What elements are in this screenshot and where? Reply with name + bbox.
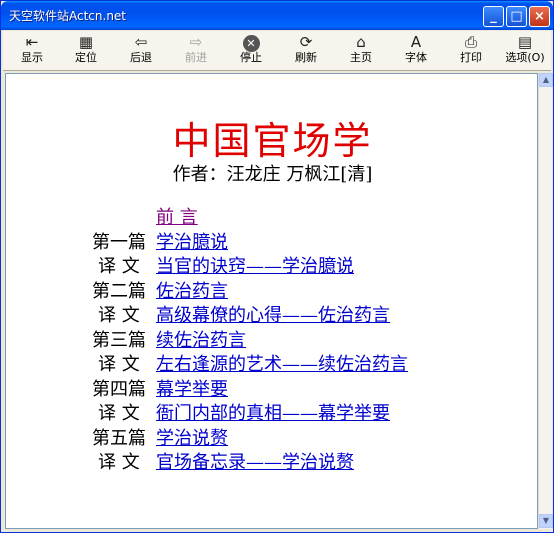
- toc-prefix: 译 文: [98, 403, 140, 424]
- toc-row: 译 文当官的诀窍——学治臆说: [92, 255, 408, 280]
- toc-link-chapter-5[interactable]: 学治说赘: [156, 428, 228, 449]
- options-button[interactable]: ▤ 选项(O): [503, 33, 547, 69]
- toc-link-translation-4[interactable]: 衙门内部的真相——幕学举要: [156, 403, 390, 424]
- forward-button[interactable]: ⇨ 前进: [181, 33, 211, 69]
- toc-link-chapter-2[interactable]: 佐治药言: [156, 281, 228, 302]
- toc-row: 第一篇 学治臆说: [92, 231, 408, 256]
- toolbar: ⇤ 显示 ▦ 定位 ⇦ 后退 ⇨ 前进 ✕ 停止 ⟳ 刷新 ⌂ 主页 A 字体: [3, 31, 551, 71]
- toc-link-chapter-1[interactable]: 学治臆说: [156, 232, 228, 253]
- font-button[interactable]: A 字体: [401, 33, 431, 69]
- help-window: 天空软件站Actcn.net _ □ × ⇤ 显示 ▦ 定位 ⇦ 后退 ⇨ 前进…: [0, 0, 554, 533]
- back-arrow-icon: ⇦: [134, 33, 148, 51]
- stop-button[interactable]: ✕ 停止: [236, 33, 266, 69]
- maximize-button[interactable]: □: [506, 6, 527, 27]
- close-button[interactable]: ×: [529, 6, 550, 27]
- toc-prefix: 第二篇: [92, 280, 146, 302]
- toc-prefix: 译 文: [98, 452, 140, 473]
- toc-row: 第二篇 佐治药言: [92, 280, 408, 305]
- content-pane: 中国官场学 作者：汪龙庄 万枫江[清] 前 言 第一篇 学治臆说 译 文当官的诀窍…: [5, 73, 538, 529]
- toc-row: 第三篇 续佐治药言: [92, 329, 408, 354]
- book-title: 中国官场学: [172, 119, 373, 163]
- toc-link-preface[interactable]: 前 言: [156, 207, 198, 228]
- toc-prefix: 第四篇: [92, 378, 146, 400]
- toc-prefix: 第一篇: [92, 231, 146, 253]
- scroll-up-icon[interactable]: ▲: [539, 73, 553, 87]
- toc-prefix: 第五篇: [92, 427, 146, 449]
- home-icon: ⌂: [356, 33, 366, 51]
- toc-prefix: 译 文: [98, 256, 140, 277]
- title-bar[interactable]: 天空软件站Actcn.net _ □ ×: [1, 1, 553, 30]
- toc-row: 第五篇 学治说赘: [92, 427, 408, 452]
- print-button[interactable]: ⎙ 打印: [456, 33, 486, 69]
- toc-prefix: 第三篇: [92, 329, 146, 351]
- toc-row: 译 文左右逢源的艺术——续佐治药言: [92, 353, 408, 378]
- toc-link-translation-3[interactable]: 左右逢源的艺术——续佐治药言: [156, 354, 408, 375]
- options-icon: ▤: [517, 33, 533, 51]
- toc-row: 译 文衙门内部的真相——幕学举要: [92, 402, 408, 427]
- toc-row: 前 言: [92, 206, 408, 231]
- font-icon: A: [410, 33, 422, 51]
- show-icon: ⇤: [25, 33, 39, 51]
- refresh-icon: ⟳: [299, 33, 313, 51]
- toc-prefix: 译 文: [98, 354, 140, 375]
- locate-button[interactable]: ▦ 定位: [71, 33, 101, 69]
- locate-icon: ▦: [78, 33, 94, 51]
- show-button[interactable]: ⇤ 显示: [17, 33, 47, 69]
- vertical-scrollbar[interactable]: ▲ ▼: [538, 73, 553, 529]
- toc-row: 译 文高级幕僚的心得——佐治药言: [92, 304, 408, 329]
- stop-icon: ✕: [241, 33, 261, 52]
- toc-link-translation-5[interactable]: 官场备忘录——学治说赘: [156, 452, 354, 473]
- forward-arrow-icon: ⇨: [189, 33, 203, 51]
- toc-row: 译 文官场备忘录——学治说赘: [92, 451, 408, 476]
- toc-prefix: 译 文: [98, 305, 140, 326]
- toc-link-translation-1[interactable]: 当官的诀窍——学治臆说: [156, 256, 354, 277]
- toc-link-translation-2[interactable]: 高级幕僚的心得——佐治药言: [156, 305, 390, 326]
- toc-link-chapter-4[interactable]: 幕学举要: [156, 379, 228, 400]
- back-button[interactable]: ⇦ 后退: [126, 33, 156, 69]
- scroll-down-icon[interactable]: ▼: [539, 514, 553, 528]
- toc-link-chapter-3[interactable]: 续佐治药言: [156, 330, 246, 351]
- table-of-contents: 前 言 第一篇 学治臆说 译 文当官的诀窍——学治臆说 第二篇 佐治药言 译 文高级…: [92, 206, 408, 476]
- refresh-button[interactable]: ⟳ 刷新: [291, 33, 321, 69]
- toc-row: 第四篇 幕学举要: [92, 378, 408, 403]
- window-title: 天空软件站Actcn.net: [9, 9, 127, 23]
- minimize-button[interactable]: _: [483, 6, 504, 27]
- print-icon: ⎙: [464, 33, 477, 51]
- home-button[interactable]: ⌂ 主页: [346, 33, 376, 69]
- book-author: 作者：汪龙庄 万枫江[清]: [172, 164, 373, 185]
